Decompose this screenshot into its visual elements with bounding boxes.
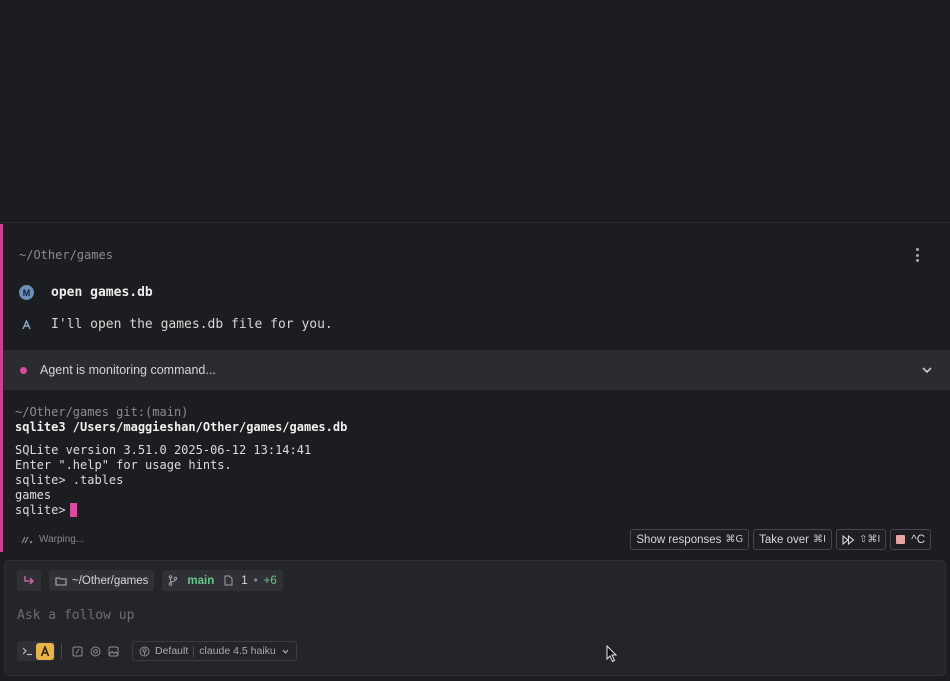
show-responses-label: Show responses bbox=[636, 533, 722, 546]
user-avatar: M bbox=[19, 285, 34, 300]
image-attach-icon[interactable] bbox=[104, 642, 122, 660]
follow-up-input[interactable] bbox=[17, 605, 917, 625]
directory-chip[interactable]: ~/Other/games bbox=[49, 570, 155, 591]
git-chip[interactable]: main 1 • +6 bbox=[162, 570, 283, 591]
file-icon bbox=[224, 575, 233, 586]
terminal-mode-icon[interactable] bbox=[18, 642, 36, 660]
terminal-prompt-line: ~/Other/games git:(main) bbox=[15, 405, 189, 419]
agent-message: I'll open the games.db file for you. bbox=[51, 317, 333, 332]
terminal-current-prompt: sqlite> bbox=[15, 503, 66, 517]
user-message: open games.db bbox=[51, 285, 153, 300]
agent-mode-icon[interactable] bbox=[36, 642, 54, 660]
profile-icon bbox=[139, 646, 150, 656]
mouse-pointer-icon bbox=[606, 645, 618, 663]
user-message-row: M open games.db bbox=[19, 285, 153, 300]
model-divider bbox=[193, 645, 195, 657]
terminal-output-line: SQLite version 3.51.0 2025-06-12 13:14:4… bbox=[15, 443, 312, 457]
monitor-status-text: Agent is monitoring command... bbox=[40, 363, 216, 377]
toolbar-divider bbox=[61, 643, 62, 659]
terminal-output-line: games bbox=[15, 488, 52, 502]
reply-chip[interactable] bbox=[17, 570, 41, 591]
agent-icon bbox=[19, 317, 34, 332]
terminal-output-line: Enter ".help" for usage hints. bbox=[15, 458, 232, 472]
fast-forward-button[interactable]: ⇧⌘I bbox=[835, 529, 887, 550]
slash-command-icon[interactable] bbox=[68, 642, 86, 660]
model-name: claude 4.5 haiku bbox=[199, 645, 276, 657]
agent-message-row: I'll open the games.db file for you. bbox=[19, 317, 333, 332]
folder-icon bbox=[55, 576, 67, 586]
branch-name: main bbox=[187, 574, 215, 587]
take-over-button[interactable]: Take over ⌘I bbox=[753, 529, 832, 550]
show-responses-button[interactable]: Show responses ⌘G bbox=[630, 529, 750, 550]
agent-monitor-bar[interactable]: Agent is monitoring command... bbox=[3, 350, 950, 390]
show-responses-shortcut: ⌘G bbox=[725, 534, 744, 545]
agent-conversation-block: ~/Other/games M open games.db I'll open … bbox=[0, 224, 950, 552]
git-branch-icon bbox=[168, 575, 178, 586]
stop-icon bbox=[896, 535, 906, 544]
terminal-actions: Show responses ⌘G Take over ⌘I ⇧⌘I ^C bbox=[630, 529, 931, 550]
mention-icon[interactable] bbox=[86, 642, 104, 660]
chevron-down-icon[interactable] bbox=[920, 363, 934, 377]
terminal-output: ~/Other/games git:(main) sqlite3 /Users/… bbox=[15, 405, 347, 518]
take-over-shortcut: ⌘I bbox=[813, 534, 826, 545]
chevron-down-icon bbox=[282, 649, 289, 654]
input-toolbar: Default claude 4.5 haiku bbox=[17, 641, 297, 661]
warping-text: Warping... bbox=[39, 534, 85, 545]
terminal-output-line: sqlite> .tables bbox=[15, 473, 124, 487]
follow-up-input-panel: ~/Other/games main 1 • +6 Ask a follow u… bbox=[4, 560, 946, 676]
return-arrow-icon bbox=[24, 576, 34, 585]
more-options-icon[interactable] bbox=[910, 246, 924, 264]
warping-status: Warping... bbox=[21, 534, 84, 545]
stop-shortcut: ^C bbox=[911, 533, 925, 546]
empty-terminal-area bbox=[0, 0, 950, 223]
diff-separator: • bbox=[253, 574, 258, 587]
fast-forward-icon bbox=[842, 534, 855, 545]
stop-button[interactable]: ^C bbox=[890, 529, 931, 550]
monitor-status-dot bbox=[20, 366, 27, 374]
context-chips: ~/Other/games main 1 • +6 bbox=[17, 570, 283, 591]
terminal-cursor bbox=[69, 503, 77, 517]
diff-additions: +6 bbox=[263, 574, 277, 587]
model-selector[interactable]: Default claude 4.5 haiku bbox=[132, 641, 297, 661]
directory-label: ~/Other/games bbox=[72, 574, 149, 587]
take-over-label: Take over bbox=[759, 533, 810, 546]
mode-toggle[interactable] bbox=[17, 641, 55, 661]
fast-forward-shortcut: ⇧⌘I bbox=[858, 534, 881, 545]
block-path: ~/Other/games bbox=[19, 248, 113, 262]
terminal-command: sqlite3 /Users/maggieshan/Other/games/ga… bbox=[15, 420, 348, 434]
warp-icon bbox=[21, 536, 33, 543]
profile-name: Default bbox=[155, 645, 189, 657]
files-changed-count: 1 bbox=[241, 574, 248, 587]
